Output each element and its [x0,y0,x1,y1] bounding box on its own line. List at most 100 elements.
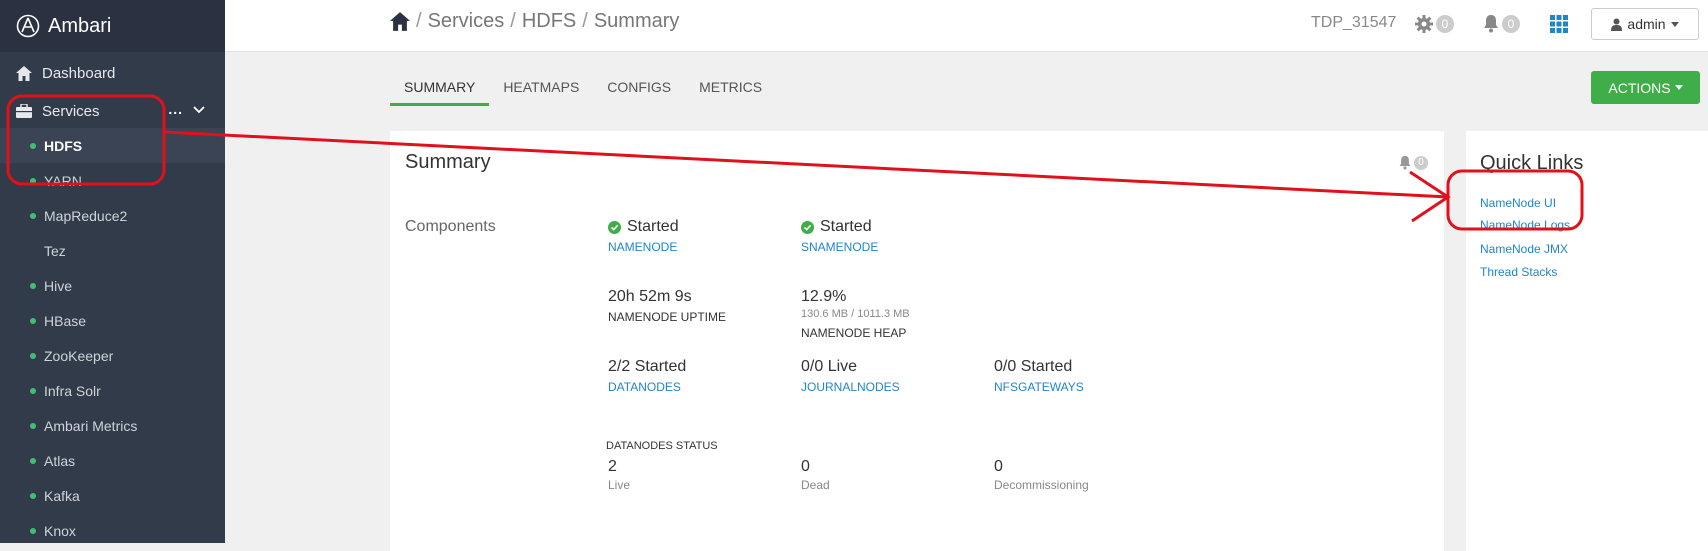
heap-sub: 130.6 MB / 1011.3 MB [801,308,910,320]
user-name: admin [1627,16,1666,32]
snamenode-link[interactable]: SNAMENODE [801,240,878,254]
status-dot-icon [30,283,36,289]
alerts-button[interactable]: 0 [1482,14,1520,33]
sidebar-item-dashboard[interactable]: Dashboard [0,52,225,94]
live-value: 2 [608,458,617,475]
sidebar-item-label: HBase [44,312,87,329]
grid-icon [1550,15,1568,33]
background-ops-button[interactable]: 0 [1414,14,1454,34]
uptime-value: 20h 52m 9s [608,288,692,305]
namenode-state: Started [627,218,679,235]
decommissioning-label: Decommissioning [994,478,1089,492]
status-dot-icon [30,353,36,359]
sidebar-item-label: Ambari Metrics [44,417,138,434]
services-more-button[interactable]: ... [168,102,183,116]
live-datanodes: 2 Live [608,458,630,492]
chevron-down-icon[interactable] [193,106,205,114]
sidebar-item-knox[interactable]: Knox [0,513,225,543]
quick-link-namenode-jmx[interactable]: NameNode JMX [1480,242,1568,256]
journalnodes-summary: 0/0 Live JOURNALNODES [801,358,900,394]
caret-down-icon [1674,85,1683,90]
sidebar-item-services[interactable]: Services ... [0,94,225,128]
quick-links-panel: Quick Links NameNode UI NameNode Logs Na… [1466,131,1708,551]
ambari-logo-icon [16,14,40,38]
sidebar-item-zookeeper[interactable]: ZooKeeper [0,338,225,373]
cluster-name: TDP_31547 [1311,14,1397,31]
tab-configs[interactable]: CONFIGS [593,70,685,104]
datanodes-status-text: DATANODES STATUS [606,440,718,452]
sidebar: Ambari Dashboard Services ... HDFS YARN Ma… [0,0,225,543]
quick-link-thread-stacks[interactable]: Thread Stacks [1480,265,1557,279]
brand[interactable]: Ambari [0,0,225,52]
status-dot-icon [30,213,36,219]
sidebar-item-tez[interactable]: Tez [0,233,225,268]
namenode-uptime: 20h 52m 9s NAMENODE UPTIME [608,288,726,324]
user-icon [1611,18,1623,31]
breadcrumb-separator: / [510,10,516,32]
sidebar-item-label: HDFS [44,137,83,154]
views-menu-button[interactable] [1550,15,1568,33]
sidebar-item-hbase[interactable]: HBase [0,303,225,338]
ops-count-badge: 0 [1436,15,1454,33]
service-alerts-badge: 0 [1414,155,1428,170]
uptime-label: NAMENODE UPTIME [608,310,727,324]
quick-link-namenode-logs[interactable]: NameNode Logs [1480,218,1570,232]
sidebar-item-label: Services [42,102,100,120]
breadcrumb-services[interactable]: Services [428,10,505,33]
components-label: Components [405,218,496,235]
breadcrumb-summary: Summary [593,10,680,32]
sidebar-item-atlas[interactable]: Atlas [0,443,225,478]
sidebar-item-kafka[interactable]: Kafka [0,478,225,513]
briefcase-icon [16,104,32,118]
quick-link-namenode-ui[interactable]: NameNode UI [1480,196,1556,210]
namenode-link[interactable]: NAMENODE [608,240,679,254]
service-alerts-button[interactable]: 0 [1398,155,1428,170]
heap-value: 12.9% [801,288,847,305]
breadcrumb-separator: / [416,10,422,32]
actions-label: ACTIONS [1608,79,1671,96]
summary-panel: Summary 0 Components Started NAMENODE St… [390,131,1444,551]
sidebar-item-label: Hive [44,277,73,294]
sidebar-item-label: Knox [44,522,76,539]
quick-links-title: Quick Links [1480,152,1584,174]
status-dot-icon [30,423,36,429]
dead-label: Dead [801,478,830,492]
sidebar-item-label: ZooKeeper [44,347,114,364]
check-circle-icon [801,220,814,234]
home-icon[interactable] [390,12,410,31]
service-tabs: SUMMARY HEATMAPS CONFIGS METRICS [390,70,776,106]
caret-down-icon [1670,21,1679,27]
status-dot-icon [30,143,36,149]
sidebar-item-label: Tez [44,242,66,259]
user-menu-button[interactable]: admin [1591,8,1699,40]
sidebar-item-hdfs[interactable]: HDFS [0,128,225,163]
sidebar-item-mapreduce2[interactable]: MapReduce2 [0,198,225,233]
gear-icon [1415,15,1433,33]
sidebar-item-label: Dashboard [42,64,116,82]
tab-summary[interactable]: SUMMARY [390,70,490,106]
journalnodes-link[interactable]: JOURNALNODES [801,380,900,394]
summary-title: Summary [405,151,491,173]
top-bar: / Services / HDFS / Summary TDP_31547 0 [225,0,1708,52]
namenode-status: Started NAMENODE [608,218,679,254]
sidebar-item-label: Kafka [44,487,80,504]
sidebar-item-label: Infra Solr [44,382,101,399]
sidebar-item-ambari-metrics[interactable]: Ambari Metrics [0,408,225,443]
live-label: Live [608,478,631,492]
nfsgateways-link[interactable]: NFSGATEWAYS [994,380,1084,394]
breadcrumb-hdfs[interactable]: HDFS [522,10,576,33]
actions-button[interactable]: ACTIONS [1591,71,1700,104]
check-circle-icon [608,220,621,234]
sidebar-item-hive[interactable]: Hive [0,268,225,303]
decommissioning-value: 0 [994,458,1003,475]
sidebar-item-infra-solr[interactable]: Infra Solr [0,373,225,408]
sidebar-item-yarn[interactable]: YARN [0,163,225,198]
dead-datanodes: 0 Dead [801,458,830,492]
brand-name: Ambari [48,14,112,37]
tab-heatmaps[interactable]: HEATMAPS [489,70,593,104]
dead-value: 0 [801,458,810,475]
datanodes-link[interactable]: DATANODES [608,380,686,394]
bell-icon [1484,15,1498,33]
status-dot-icon [30,318,36,324]
tab-metrics[interactable]: METRICS [685,70,776,104]
